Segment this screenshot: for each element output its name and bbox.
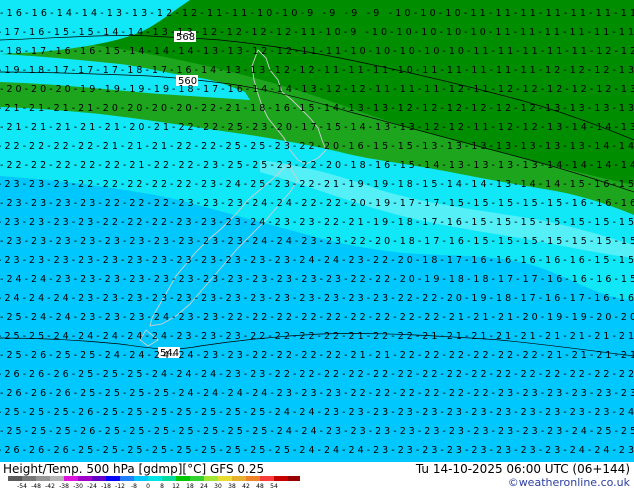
legend-tick-label: 48 (256, 483, 264, 490)
legend-swatch (176, 476, 190, 481)
legend-tick-label: 38 (228, 483, 236, 490)
legend-swatch (274, 476, 288, 481)
legend-swatch (106, 476, 120, 481)
temperature-row: -16-16-14-14-13-13-12-12-11-11-10-10-9 -… (0, 8, 634, 19)
legend-swatch (190, 476, 204, 481)
legend-tick-label: -54 (17, 483, 27, 490)
copyright-link[interactable]: ©weatheronline.co.uk (508, 476, 630, 489)
map-area: 568 560 544 -16-16-14-14-13-13-12-12-11-11… (0, 0, 634, 462)
map-canvas: 568560544 -16-16-14-14-13-13-12-12-11-11… (0, 0, 634, 462)
legend-tick-label: 54 (270, 483, 278, 490)
footer-bar: Height/Temp. 500 hPa [gdmp][°C] GFS 0.25… (0, 462, 634, 490)
legend-tick-label: 30 (214, 483, 222, 490)
legend-swatch (260, 476, 274, 481)
legend-swatch (204, 476, 218, 481)
legend-swatch (22, 476, 36, 481)
legend-swatch (78, 476, 92, 481)
legend-tick-label: -18 (101, 483, 111, 490)
legend-tick-label: -24 (87, 483, 97, 490)
legend-swatch (148, 476, 162, 481)
legend-swatch (64, 476, 78, 481)
legend-tick-label: -42 (45, 483, 55, 490)
legend-tick-label: -48 (31, 483, 41, 490)
legend-swatch (8, 476, 22, 481)
legend-swatch (92, 476, 106, 481)
legend-tick-label: 18 (186, 483, 194, 490)
legend-swatch (232, 476, 246, 481)
legend-swatch (288, 476, 300, 481)
legend-tick-label: 12 (172, 483, 180, 490)
legend-tick-label: -12 (115, 483, 125, 490)
valid-time: Tu 14-10-2025 06:00 UTC (06+144) (415, 462, 630, 476)
map-title: Height/Temp. 500 hPa [gdmp][°C] GFS 0.25 (3, 462, 265, 476)
legend-tick-label: -30 (73, 483, 83, 490)
legend-swatch (36, 476, 50, 481)
legend-swatch (134, 476, 148, 481)
legend-swatch (120, 476, 134, 481)
legend-tick-label: 0 (146, 483, 150, 490)
legend-swatch (246, 476, 260, 481)
legend-tick-label: -38 (59, 483, 69, 490)
legend-swatch (50, 476, 64, 481)
legend-tick-label: 42 (242, 483, 250, 490)
legend-tick-label: -8 (131, 483, 137, 490)
legend-swatch (218, 476, 232, 481)
color-legend: -54 -48 -42 -38 -30 -24 -18 -12 -8 0 8 12 18 24 30 38 42… (8, 476, 300, 490)
legend-tick-label: 8 (160, 483, 164, 490)
legend-tick-label: 24 (200, 483, 208, 490)
legend-swatch (162, 476, 176, 481)
